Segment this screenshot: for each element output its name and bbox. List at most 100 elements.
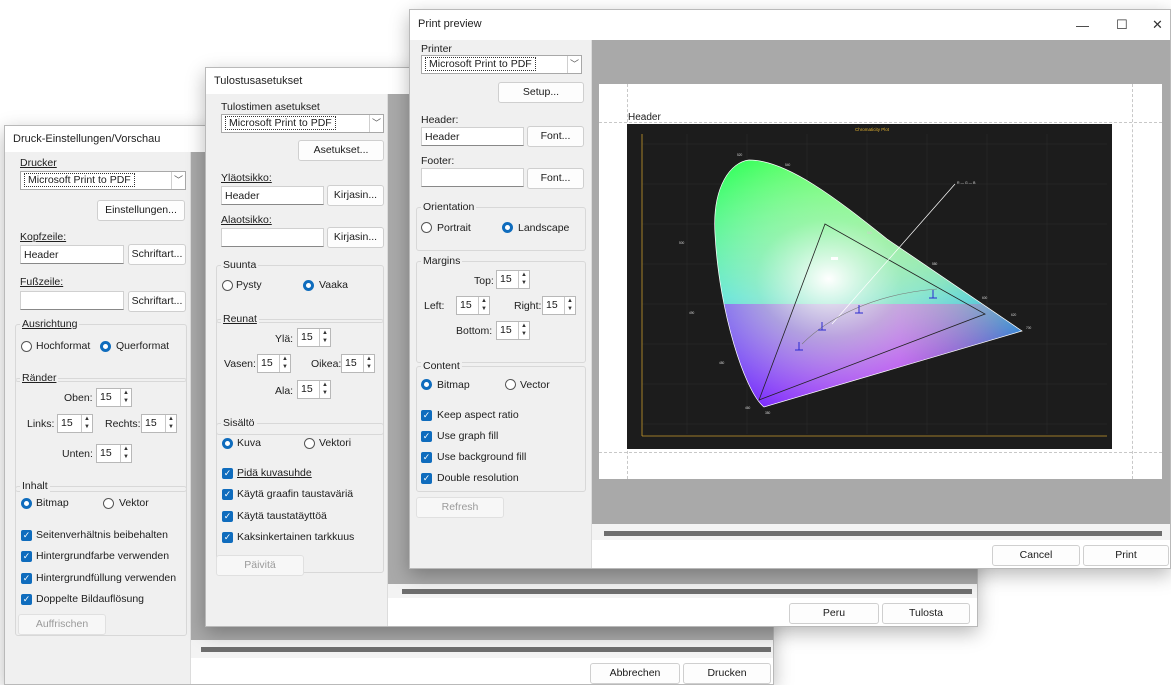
german-top-value: 15 xyxy=(100,391,112,403)
english-check-bg-fill[interactable]: ✓ xyxy=(421,452,432,463)
german-check-double[interactable]: ✓ xyxy=(21,594,32,605)
english-bottom-value: 15 xyxy=(500,324,512,336)
german-bitmap-radio[interactable] xyxy=(21,498,32,509)
close-icon[interactable]: ✕ xyxy=(1152,17,1163,33)
finnish-left-spinner[interactable]: 15 ▲ ▼ xyxy=(257,354,291,373)
english-bottom-spinner[interactable]: 15 ▲ ▼ xyxy=(496,321,530,340)
german-footer-font-button[interactable]: Schriftart... xyxy=(128,291,186,312)
finnish-landscape-radio[interactable] xyxy=(303,280,314,291)
german-header-font-button[interactable]: Schriftart... xyxy=(128,244,186,265)
finnish-right-spinner[interactable]: 15 ▲ ▼ xyxy=(341,354,375,373)
finnish-header-field[interactable]: Header xyxy=(221,186,324,205)
finnish-bitmap-radio[interactable] xyxy=(222,438,233,449)
english-check-double[interactable]: ✓ xyxy=(421,473,432,484)
chevron-down-icon: ﹀ xyxy=(171,172,185,189)
chart-title: Chromaticity Plot xyxy=(855,127,890,132)
english-setup-button[interactable]: Setup... xyxy=(498,82,584,103)
spin-arrows-icon: ▲ ▼ xyxy=(81,415,92,432)
english-bitmap-radio[interactable] xyxy=(421,379,432,390)
finnish-footer-field[interactable] xyxy=(221,228,324,247)
finnish-check-graphbg[interactable]: ✓ xyxy=(222,489,233,500)
german-check-aspect[interactable]: ✓ xyxy=(21,530,32,541)
wavelength-label: 460 xyxy=(745,406,751,410)
english-right-spinner[interactable]: 15 ▲ ▼ xyxy=(542,296,576,315)
english-cancel-button[interactable]: Cancel xyxy=(992,545,1080,566)
english-check-graph-fill[interactable]: ✓ xyxy=(421,431,432,442)
english-header-field[interactable]: Header xyxy=(421,127,524,146)
finnish-print-button[interactable]: Tulosta xyxy=(882,603,970,624)
finnish-refresh-button[interactable]: Päivitä xyxy=(216,555,304,576)
finnish-orientation-label: Suunta xyxy=(221,259,259,271)
english-title: Print preview xyxy=(410,10,1170,40)
german-landscape-radio[interactable] xyxy=(100,341,111,352)
german-scrollbar[interactable] xyxy=(201,647,771,652)
spin-arrows-icon: ▲ ▼ xyxy=(319,329,330,346)
finnish-printer-select[interactable]: Microsoft Print to PDF ﹀ xyxy=(221,114,384,133)
finnish-check-aspect-label: Pidä kuvasuhde xyxy=(237,467,312,479)
finnish-top-spinner[interactable]: 15 ▲ ▼ xyxy=(297,328,331,347)
finnish-vector-radio[interactable] xyxy=(304,438,315,449)
english-vector-radio[interactable] xyxy=(505,379,516,390)
german-header-field[interactable]: Header xyxy=(20,245,124,264)
english-bottom-label: Bottom: xyxy=(456,325,493,337)
finnish-top-label: Ylä: xyxy=(275,333,294,345)
wavelength-label: 480 xyxy=(719,361,725,365)
german-footer-label: Fußzeile: xyxy=(20,276,64,288)
german-left-label: Links: xyxy=(27,418,55,430)
english-header-font-button[interactable]: Font... xyxy=(527,126,584,147)
preview-page-header: Header xyxy=(628,112,661,123)
german-header-label: Kopfzeile: xyxy=(20,231,67,243)
german-left-spinner[interactable]: 15 ▲ ▼ xyxy=(57,414,93,433)
finnish-check-aspect[interactable]: ✓ xyxy=(222,468,233,479)
german-printer-select[interactable]: Microsoft Print to PDF ﹀ xyxy=(20,171,186,190)
german-orientation-label: Ausrichtung xyxy=(20,318,80,330)
english-orientation-label: Orientation xyxy=(421,201,477,213)
finnish-header-font-button[interactable]: Kirjasin... xyxy=(327,185,384,206)
german-vector-radio[interactable] xyxy=(103,498,114,509)
spin-arrows-icon: ▲ ▼ xyxy=(518,322,529,339)
finnish-scrollbar[interactable] xyxy=(402,589,972,594)
finnish-footer-font-button[interactable]: Kirjasin... xyxy=(327,227,384,248)
german-bottom-spinner[interactable]: 15 ▲ ▼ xyxy=(96,444,132,463)
english-top-spinner[interactable]: 15 ▲ ▼ xyxy=(496,270,530,289)
english-refresh-button[interactable]: Refresh xyxy=(416,497,504,518)
english-footer-field[interactable] xyxy=(421,168,524,187)
english-check-bg-fill-label: Use background fill xyxy=(437,451,527,463)
finnish-check-double[interactable]: ✓ xyxy=(222,532,233,543)
english-printer-select[interactable]: Microsoft Print to PDF ﹀ xyxy=(421,55,582,74)
finnish-cancel-button[interactable]: Peru xyxy=(789,603,879,624)
english-left-label: Left: xyxy=(424,300,445,312)
finnish-settings-button[interactable]: Asetukset... xyxy=(298,140,384,161)
english-check-aspect[interactable]: ✓ xyxy=(421,410,432,421)
english-scrollbar[interactable] xyxy=(604,531,1162,536)
german-printer-label: Drucker xyxy=(20,157,57,169)
german-right-spinner[interactable]: 15 ▲ ▼ xyxy=(141,414,177,433)
finnish-check-bgfill[interactable]: ✓ xyxy=(222,511,233,522)
german-top-spinner[interactable]: 15 ▲ ▼ xyxy=(96,388,132,407)
wavelength-label: 380 xyxy=(765,411,771,415)
english-portrait-label: Portrait xyxy=(437,222,471,234)
finnish-bottom-value: 15 xyxy=(301,383,313,395)
english-landscape-radio[interactable] xyxy=(502,222,513,233)
german-cancel-button[interactable]: Abbrechen xyxy=(590,663,680,684)
german-bitmap-label: Bitmap xyxy=(36,497,69,509)
german-footer-field[interactable] xyxy=(20,291,124,310)
finnish-portrait-radio[interactable] xyxy=(222,280,233,291)
maximize-icon[interactable]: ☐ xyxy=(1116,17,1128,33)
german-printer-value: Microsoft Print to PDF xyxy=(24,173,135,187)
english-print-button[interactable]: Print xyxy=(1083,545,1169,566)
english-portrait-radio[interactable] xyxy=(421,222,432,233)
german-portrait-radio[interactable] xyxy=(21,341,32,352)
english-settings-panel: Printer Microsoft Print to PDF ﹀ Setup..… xyxy=(410,40,592,568)
english-bitmap-label: Bitmap xyxy=(437,379,470,391)
german-print-button[interactable]: Drucken xyxy=(683,663,771,684)
page-margin-right xyxy=(1132,84,1133,479)
english-left-spinner[interactable]: 15 ▲ ▼ xyxy=(456,296,490,315)
minimize-icon[interactable]: — xyxy=(1076,18,1089,33)
english-footer-font-button[interactable]: Font... xyxy=(527,168,584,189)
german-settings-button[interactable]: Einstellungen... xyxy=(97,200,185,221)
german-refresh-button[interactable]: Auffrischen xyxy=(18,614,106,635)
german-check-bgcolor[interactable]: ✓ xyxy=(21,551,32,562)
finnish-bottom-spinner[interactable]: 15 ▲ ▼ xyxy=(297,380,331,399)
german-check-bgfill[interactable]: ✓ xyxy=(21,573,32,584)
